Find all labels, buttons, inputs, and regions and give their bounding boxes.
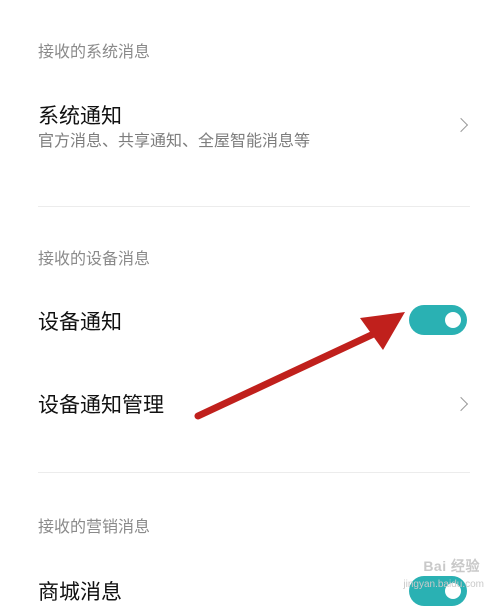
device-notification-manage-title: 设备通知管理 bbox=[38, 393, 164, 417]
section-header-system: 接收的系统消息 bbox=[38, 42, 151, 61]
device-notification-toggle[interactable] bbox=[409, 305, 467, 335]
chevron-right-icon bbox=[453, 396, 469, 412]
watermark-text: Bai 经验 bbox=[423, 558, 480, 574]
baidu-watermark: Bai 经验 jingyan.baidu.com bbox=[382, 552, 494, 598]
section-header-marketing: 接收的营销消息 bbox=[38, 517, 151, 536]
system-notification-subtitle: 官方消息、共享通知、全屋智能消息等 bbox=[38, 131, 311, 150]
system-notification-title: 系统通知 bbox=[38, 104, 122, 128]
section-header-device: 接收的设备消息 bbox=[38, 249, 151, 268]
divider bbox=[38, 472, 470, 473]
watermark-url: jingyan.baidu.com bbox=[403, 579, 484, 590]
chevron-right-icon bbox=[453, 117, 469, 133]
toggle-knob bbox=[445, 312, 461, 328]
divider bbox=[38, 206, 470, 207]
device-notification-title: 设备通知 bbox=[38, 310, 122, 334]
system-notification-row[interactable]: 系统通知 官方消息、共享通知、全屋智能消息等 bbox=[0, 90, 500, 200]
device-notification-row: 设备通知 bbox=[0, 292, 500, 350]
device-notification-manage-row[interactable]: 设备通知管理 bbox=[0, 375, 500, 433]
